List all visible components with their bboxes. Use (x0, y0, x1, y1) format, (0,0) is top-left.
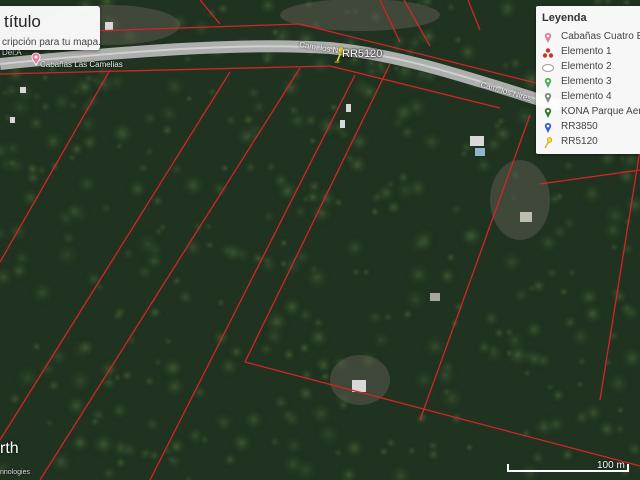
legend-item-rr3850[interactable]: RR3850 (541, 121, 640, 135)
scale-label: 100 m (597, 460, 625, 471)
map-title-card[interactable]: título cripción para tu mapa. (0, 6, 100, 50)
green-pin-icon (544, 78, 552, 88)
earth-watermark: rth (0, 440, 19, 457)
legend-item-rr5120[interactable]: RR5120 (541, 136, 640, 150)
dark-green-pin-icon (544, 108, 552, 118)
legend-item-kona[interactable]: KONA Parque Aere (541, 106, 640, 120)
legend-label: Elemento 4 (561, 91, 612, 102)
map-title: título (4, 12, 41, 31)
red-cluster-icon (542, 48, 554, 58)
legend-label: Cabañas Cuatro Es (561, 31, 640, 42)
imagery-credits: nnologies (0, 469, 30, 476)
legend-label: RR5120 (561, 136, 598, 147)
legend-label: Elemento 3 (561, 76, 612, 87)
legend-label: RR3850 (561, 121, 598, 132)
legend-label: KONA Parque Aere (561, 106, 640, 117)
blue-pin-icon (544, 123, 552, 133)
legend-item-elemento-1[interactable]: Elemento 1 (541, 46, 640, 60)
legend-heading: Leyenda (542, 12, 587, 24)
legend-label: Elemento 2 (561, 61, 612, 72)
scale-bar: 100 m (507, 460, 629, 474)
legend-item-cabanas[interactable]: Cabañas Cuatro Es (541, 31, 640, 45)
pink-pin-icon (544, 33, 552, 43)
legend-label: Elemento 1 (561, 46, 612, 57)
legend-item-elemento-4[interactable]: Elemento 4 (541, 91, 640, 105)
legend-panel: Leyenda Cabañas Cuatro Es Elemento 1 Ele… (536, 6, 640, 154)
gray-pin-icon (544, 93, 552, 103)
poi-label: Cabañas Las Camelias (40, 60, 123, 69)
legend-item-elemento-2[interactable]: Elemento 2 (541, 61, 640, 75)
map-description: cripción para tu mapa. (2, 37, 100, 48)
marker-label: RR5120 (342, 48, 383, 60)
yellow-pushpin-icon (544, 137, 553, 149)
legend-item-elemento-3[interactable]: Elemento 3 (541, 76, 640, 90)
oval-outline-icon (542, 64, 554, 72)
